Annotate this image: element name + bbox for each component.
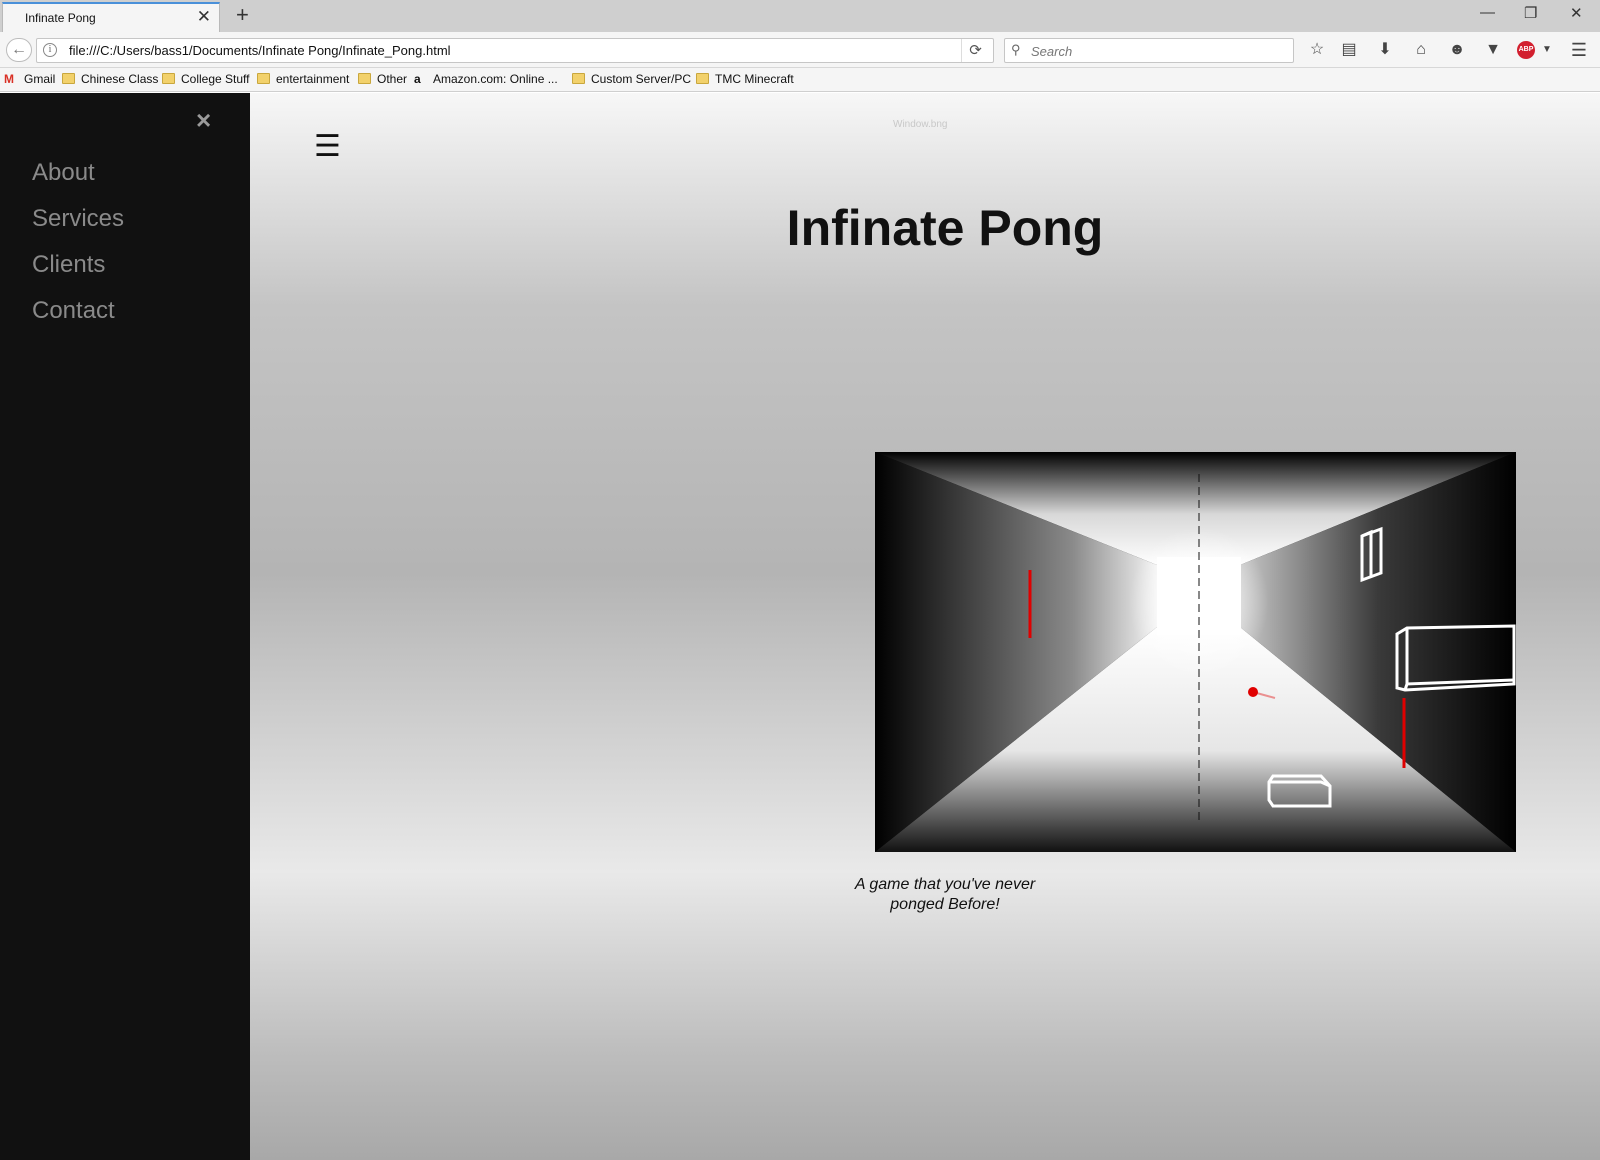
folder-icon [62,73,75,84]
adblock-dropdown-icon[interactable]: ▼ [1536,40,1558,62]
main-content: ☰ Window.bng Infinate Pong A game that y… [250,93,1600,1160]
folder-icon [162,73,175,84]
bookmark-chinese-class[interactable]: Chinese Class [62,72,158,86]
folder-icon [696,73,709,84]
nav-link-services[interactable]: Services [32,205,124,233]
hamburger-menu-icon[interactable]: ☰ [314,129,341,164]
window-close-icon[interactable]: ✕ [1570,4,1583,22]
bookmark-star-icon[interactable]: ☆ [1306,40,1328,62]
search-placeholder: Search [1031,44,1073,59]
reload-icon[interactable]: ⟳ [961,39,989,62]
web-page: × About Services Clients Contact ☰ Windo… [0,93,1600,1160]
sidenav-close-icon[interactable]: × [196,105,211,136]
home-icon[interactable]: ⌂ [1410,40,1432,62]
caption-line-1: A game that you've never [854,876,1036,893]
minimize-icon[interactable]: — [1480,4,1495,21]
amazon-icon: a [414,72,421,86]
side-navigation: × About Services Clients Contact [0,93,250,1160]
tab-close-icon[interactable]: ✕ [197,7,211,27]
gmail-icon: M [4,72,14,86]
browser-menu-icon[interactable]: ☰ [1568,40,1590,62]
info-icon[interactable]: i [43,43,57,57]
search-input[interactable]: ⚲ Search [1004,38,1294,63]
page-title: Infinate Pong [786,200,1104,256]
search-icon: ⚲ [1011,42,1021,57]
folder-icon [257,73,270,84]
browser-tab[interactable]: Infinate Pong ✕ [2,2,220,32]
bookmark-entertainment[interactable]: entertainment [257,72,349,86]
download-icon[interactable]: ⬇ [1374,40,1396,62]
game-caption: A game that you've never ponged Before! [250,875,1600,915]
bookmark-amazon[interactable]: a Amazon.com: Online ... [414,72,558,86]
faint-header-text: Window.bng [893,119,948,130]
tab-title: Infinate Pong [25,11,96,25]
nav-link-clients[interactable]: Clients [32,251,105,279]
adblock-icon[interactable]: ABP [1517,41,1535,59]
bookmark-other[interactable]: Other [358,72,407,86]
bookmarks-toolbar: M Gmail Chinese Class College Stuff enter… [0,68,1600,92]
bookmark-college-stuff[interactable]: College Stuff [162,72,250,86]
nav-link-contact[interactable]: Contact [32,297,115,325]
game-canvas[interactable] [875,452,1516,852]
folder-icon [572,73,585,84]
new-tab-button[interactable]: + [236,3,249,27]
folder-icon [358,73,371,84]
nav-link-about[interactable]: About [32,159,95,187]
bookmark-tmc-minecraft[interactable]: TMC Minecraft [696,72,794,86]
bookmark-gmail[interactable]: M Gmail [4,72,55,86]
back-arrow-icon[interactable]: ← [6,38,32,62]
reading-list-icon[interactable]: ▤ [1338,40,1360,62]
hello-icon[interactable]: ☻ [1446,40,1468,62]
tab-strip: Infinate Pong ✕ + — ❐ ✕ [0,0,1600,32]
caption-line-2: ponged Before! [890,896,1000,913]
navigation-toolbar: ← i file:///C:/Users/bass1/Documents/Inf… [0,32,1600,68]
pocket-icon[interactable]: ▼ [1482,40,1504,62]
game-scene [875,452,1516,852]
url-text[interactable]: file:///C:/Users/bass1/Documents/Infinat… [69,43,451,58]
restore-icon[interactable]: ❐ [1524,4,1537,22]
url-bar[interactable]: i file:///C:/Users/bass1/Documents/Infin… [36,38,994,63]
bookmark-custom-server[interactable]: Custom Server/PC [572,72,691,86]
